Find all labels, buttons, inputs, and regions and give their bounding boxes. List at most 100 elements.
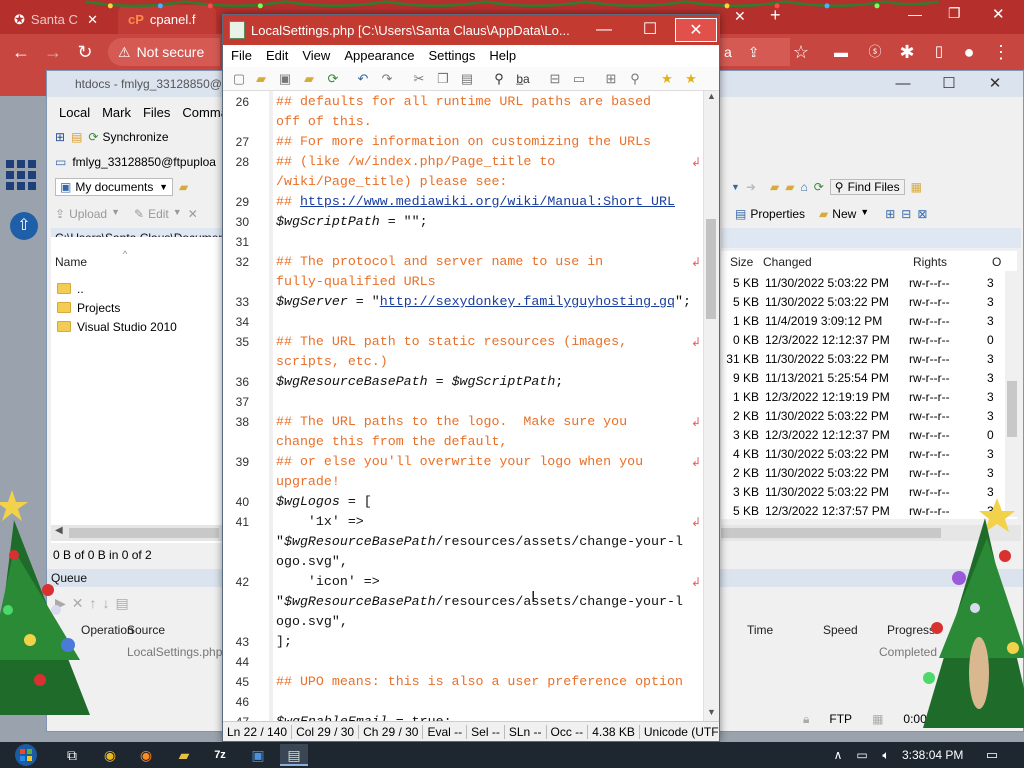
scroll-thumb[interactable] [1007, 381, 1017, 437]
find-files-button[interactable]: ⚲ Find Files [829, 179, 905, 195]
reload-icon[interactable]: ↻ [74, 41, 96, 63]
replace-icon[interactable]: b̲a [515, 71, 531, 87]
local-file-row[interactable]: Projects [57, 298, 120, 317]
queue-up-icon[interactable]: ↑ [90, 595, 97, 611]
remote-file-row[interactable]: 2 KB 11/30/2022 5:03:22 PM rw-r--r-- 3 [723, 463, 1007, 482]
close-icon[interactable]: ✕ [675, 18, 717, 42]
menu-dots-icon[interactable]: ⋮ [990, 41, 1012, 63]
address-bar-tail[interactable]: a ⇪ [720, 38, 790, 66]
copy-icon[interactable]: ❐ [435, 71, 451, 87]
remote-file-row[interactable]: 2 KB 11/30/2022 5:03:22 PM rw-r--r-- 3 [723, 406, 1007, 425]
menu-files[interactable]: Files [143, 105, 170, 120]
upload-circle-icon[interactable]: ⇧ [10, 212, 38, 240]
back-icon[interactable]: ← [10, 41, 32, 63]
menu-help[interactable]: Help [489, 48, 516, 63]
menu-view[interactable]: View [302, 48, 330, 63]
minimize-icon[interactable]: — [881, 71, 925, 97]
queue-down-icon[interactable]: ↓ [103, 595, 110, 611]
scroll-up-icon[interactable]: ▲ [707, 91, 716, 101]
remote-vscrollbar[interactable] [1005, 271, 1019, 517]
remote-file-row[interactable]: 5 KB 11/30/2022 5:03:22 PM rw-r--r-- 3 [723, 273, 1007, 292]
queue-settings-icon[interactable]: ▤ [116, 595, 129, 612]
winscp-taskbar-icon[interactable]: ▣ [244, 744, 272, 766]
sevenzip-taskbar-icon[interactable]: 7z [206, 744, 234, 766]
share-icon[interactable]: ⇪ [748, 44, 760, 61]
session-tab[interactable]: fmlyg_33128850@ftpuploa [72, 155, 216, 169]
paste-icon[interactable]: ▤ [459, 71, 475, 87]
extensions-puzzle-icon[interactable]: ✱ [896, 41, 918, 63]
menu-file[interactable]: File [231, 48, 252, 63]
editor-vscrollbar[interactable]: ▲ ▼ [703, 91, 719, 721]
home-icon[interactable]: ⌂ [800, 180, 807, 194]
file-explorer-taskbar-icon[interactable]: ▰ [170, 744, 198, 766]
notifications-icon[interactable]: ▭ [978, 744, 1006, 766]
scroll-thumb[interactable] [706, 219, 716, 319]
find-icon[interactable]: ⚲ [491, 71, 507, 87]
view-whitespace-icon[interactable]: ⊞ [603, 71, 619, 87]
local-file-row[interactable]: .. [57, 279, 84, 298]
redo-icon[interactable]: ↷ [379, 71, 395, 87]
volume-icon[interactable]: 🔈︎ [872, 744, 900, 766]
properties-button[interactable]: ▤ Properties [735, 207, 805, 221]
remote-file-row[interactable]: 1 KB 11/4/2019 3:09:12 PM rw-r--r-- 3 [723, 311, 1007, 330]
tree-icon[interactable]: ▦ [911, 180, 922, 194]
close-icon[interactable]: ✕ [973, 71, 1017, 97]
bookmark-star-icon[interactable]: ☆ [790, 41, 812, 63]
menu-local[interactable]: Local [59, 105, 90, 120]
add-favorite-icon[interactable]: ★ [683, 71, 699, 87]
queue-time-header[interactable]: Time [747, 619, 773, 641]
goto-icon[interactable]: ⊟ [547, 71, 563, 87]
profile-icon[interactable]: ● [958, 41, 980, 63]
taskbar-clock[interactable]: 3:38:04 PM [902, 742, 963, 768]
firefox-taskbar-icon[interactable]: ◉ [132, 744, 160, 766]
refresh-icon[interactable]: ⟳ [325, 71, 341, 87]
remote-path-bar[interactable] [721, 228, 1021, 248]
local-file-row[interactable]: Visual Studio 2010 [57, 317, 177, 336]
remote-file-row[interactable]: 5 KB 11/30/2022 5:03:22 PM rw-r--r-- 3 [723, 292, 1007, 311]
address-bar[interactable]: ⚠ Not secure [108, 38, 220, 66]
scroll-thumb[interactable] [69, 528, 219, 538]
forward-icon[interactable]: → [42, 41, 64, 63]
task-view-icon[interactable]: ⧉ [58, 744, 86, 766]
start-button-icon[interactable] [10, 742, 42, 768]
cut-icon[interactable]: ✂ [411, 71, 427, 87]
open-file-icon[interactable]: ▰ [253, 71, 269, 87]
menu-settings[interactable]: Settings [428, 48, 475, 63]
remote-file-row[interactable]: 0 KB 12/3/2022 12:12:37 PM rw-r--r-- 0 [723, 330, 1007, 349]
save-icon[interactable]: ▣ [277, 71, 293, 87]
favorites-icon[interactable]: ★ [659, 71, 675, 87]
maximize-icon[interactable]: ☐ [927, 71, 971, 97]
refresh-icon[interactable]: ⟳ [814, 180, 824, 194]
delete-icon[interactable]: ✕ [188, 207, 198, 221]
code-url[interactable]: http://sexydonkey.familyguyhosting.gq [380, 294, 675, 309]
remote-size-header[interactable]: Size [730, 251, 753, 273]
apps-grid-icon[interactable] [6, 160, 40, 194]
menu-edit[interactable]: Edit [266, 48, 288, 63]
scroll-thumb[interactable] [721, 528, 941, 538]
queue-source-header[interactable]: Source [127, 619, 165, 641]
scroll-down-icon[interactable]: ▼ [707, 707, 716, 717]
open-folder-icon[interactable]: ▰ [179, 180, 188, 194]
new-file-icon[interactable]: ▢ [231, 71, 247, 87]
compare-icon[interactable]: ⊞ [55, 130, 65, 144]
notepad2-taskbar-icon[interactable]: ▤ [280, 744, 308, 766]
filter-icon[interactable]: ⊠ [917, 207, 927, 221]
root-dir-icon[interactable]: ▰ [785, 180, 794, 194]
queue-speed-header[interactable]: Speed [823, 619, 858, 641]
plus-box-icon[interactable]: ⊞ [885, 207, 895, 221]
sidepanel-icon[interactable]: ▯ [928, 41, 950, 63]
close-icon[interactable]: ✕ [87, 12, 98, 28]
sync-folder-icon[interactable]: ▤ [71, 130, 82, 144]
remote-file-row[interactable]: 1 KB 12/3/2022 12:19:19 PM rw-r--r-- 3 [723, 387, 1007, 406]
word-wrap-icon[interactable]: ▭ [571, 71, 587, 87]
remote-changed-header[interactable]: Changed [763, 251, 812, 273]
forward-icon[interactable]: ➜ [746, 180, 756, 194]
remote-file-row[interactable]: 4 KB 11/30/2022 5:03:22 PM rw-r--r-- 3 [723, 444, 1007, 463]
browse-icon[interactable]: ▰ [301, 71, 317, 87]
minimize-icon[interactable]: — [583, 18, 625, 42]
remote-owner-header[interactable]: O [992, 251, 1001, 273]
remote-rights-header[interactable]: Rights [913, 251, 947, 273]
minus-box-icon[interactable]: ⊟ [901, 207, 911, 221]
undo-icon[interactable]: ↶ [355, 71, 371, 87]
parent-dir-icon[interactable]: ▰ [770, 180, 779, 194]
